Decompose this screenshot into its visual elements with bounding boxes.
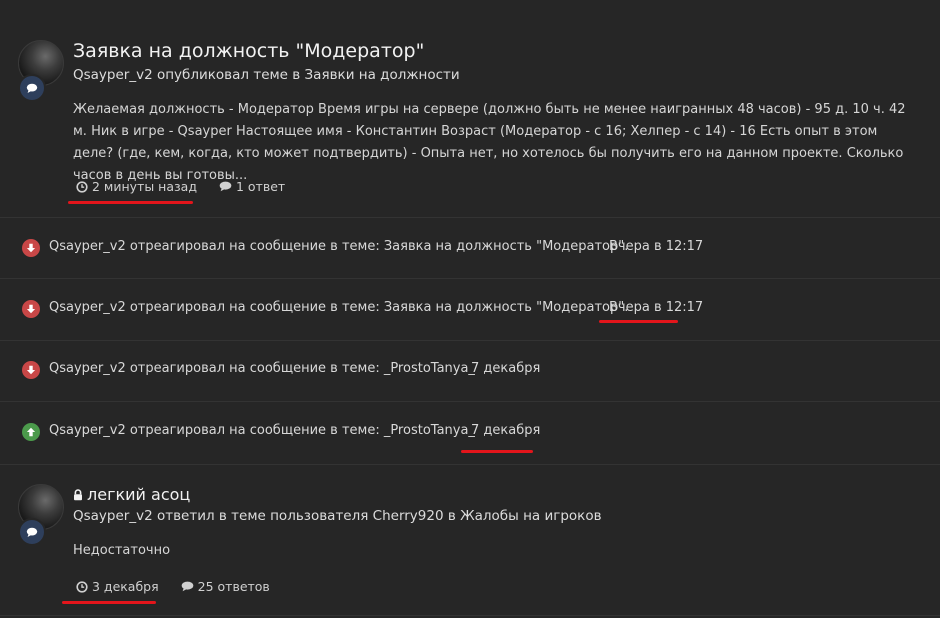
post-time[interactable]: 3 декабря xyxy=(92,579,159,594)
clock-icon xyxy=(76,180,88,193)
comment-badge-icon xyxy=(18,74,46,102)
divider xyxy=(0,278,940,279)
activity-post: Заявка на должность "Модератор" Qsayper_… xyxy=(0,0,940,218)
reaction-upvote-icon xyxy=(22,423,40,441)
post-title-text[interactable]: легкий асоц xyxy=(87,485,190,504)
avatar[interactable] xyxy=(18,40,64,102)
highlight-underline xyxy=(62,601,156,604)
reaction-downvote-icon xyxy=(22,239,40,257)
post-replies[interactable]: 1 ответ xyxy=(236,179,285,194)
reaction-date[interactable]: Вчера в 12:17 xyxy=(609,300,703,315)
reaction-text[interactable]: Qsayper_v2 отреагировал на сообщение в т… xyxy=(49,361,475,376)
reaction-item: Qsayper_v2 отреагировал на сообщение в т… xyxy=(0,360,940,380)
comment-icon xyxy=(219,181,232,192)
post-meta: 2 минуты назад 1 ответ xyxy=(76,179,285,194)
post-excerpt: Желаемая должность - Модератор Время игр… xyxy=(73,102,906,183)
comment-icon xyxy=(181,581,194,592)
post-title[interactable]: Заявка на должность "Модератор" xyxy=(73,40,424,62)
divider xyxy=(0,464,940,465)
reaction-text[interactable]: Qsayper_v2 отреагировал на сообщение в т… xyxy=(49,300,628,315)
highlight-underline xyxy=(68,201,193,204)
divider xyxy=(0,615,940,616)
divider xyxy=(0,401,940,402)
reaction-item: Qsayper_v2 отреагировал на сообщение в т… xyxy=(0,238,940,258)
reaction-date[interactable]: Вчера в 12:17 xyxy=(609,239,703,254)
reaction-downvote-icon xyxy=(22,361,40,379)
lock-icon xyxy=(73,486,83,505)
post-subtitle[interactable]: Qsayper_v2 ответил в теме пользователя C… xyxy=(73,508,602,524)
post-title[interactable]: легкий асоц xyxy=(73,485,190,505)
divider xyxy=(0,340,940,341)
reaction-text[interactable]: Qsayper_v2 отреагировал на сообщение в т… xyxy=(49,423,475,438)
reaction-downvote-icon xyxy=(22,300,40,318)
reaction-text[interactable]: Qsayper_v2 отреагировал на сообщение в т… xyxy=(49,239,628,254)
post-subtitle[interactable]: Qsayper_v2 опубликовал теме в Заявки на … xyxy=(73,67,460,83)
reaction-item: Qsayper_v2 отреагировал на сообщение в т… xyxy=(0,299,940,323)
comment-badge-icon xyxy=(18,518,46,546)
avatar[interactable] xyxy=(18,484,64,546)
reaction-date[interactable]: 7 декабря xyxy=(471,361,540,376)
post-replies[interactable]: 25 ответов xyxy=(198,579,270,594)
highlight-underline xyxy=(461,450,533,453)
reaction-item: Qsayper_v2 отреагировал на сообщение в т… xyxy=(0,422,940,453)
highlight-underline xyxy=(599,320,678,323)
post-time[interactable]: 2 минуты назад xyxy=(92,179,197,194)
post-excerpt: Недостаточно xyxy=(73,543,171,558)
divider xyxy=(0,217,940,218)
clock-icon xyxy=(76,580,88,593)
reaction-date[interactable]: 7 декабря xyxy=(471,423,540,438)
post-meta: 3 декабря 25 ответов xyxy=(76,579,270,594)
